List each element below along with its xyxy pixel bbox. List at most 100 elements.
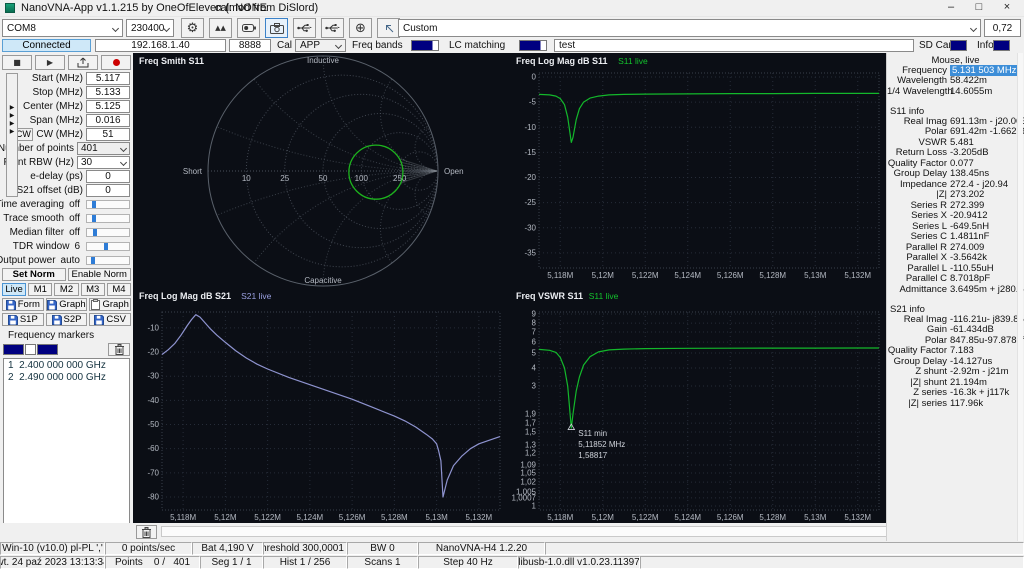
stop-button[interactable]: ■ (2, 55, 32, 70)
memory-button-live[interactable]: Live (2, 283, 26, 296)
info-color-swatch[interactable] (993, 40, 1010, 51)
delete-markers-button[interactable] (108, 343, 130, 356)
svg-text:3: 3 (532, 382, 537, 391)
preset-select[interactable]: Custom (398, 19, 981, 37)
marker-list[interactable]: 1 2.400 000 000 GHz 2 2.490 000 000 GHz (3, 358, 130, 540)
chevron-down-icon (120, 144, 127, 151)
svg-text:5,122M: 5,122M (632, 513, 659, 522)
save-form-button[interactable]: Form (2, 298, 44, 311)
svg-text:4: 4 (532, 364, 537, 373)
slider[interactable] (86, 228, 130, 237)
memory-button-m1[interactable]: M1 (28, 283, 52, 296)
save-graph-button[interactable]: Graph (46, 298, 88, 311)
maximize-icon[interactable]: □ (965, 0, 993, 15)
info-row: Polar847.85u-97.8781° (887, 335, 1024, 346)
list-item[interactable]: 1 2.400 000 000 GHz (4, 360, 129, 372)
ip-address-field[interactable]: 192.168.1.40 (95, 39, 226, 52)
set-norm-button[interactable]: Set Norm (2, 268, 66, 281)
start-field[interactable]: 5.117 (86, 72, 130, 85)
slider[interactable] (86, 214, 130, 223)
slider[interactable] (86, 200, 130, 209)
enable-norm-button[interactable]: Enable Norm (68, 268, 132, 281)
chevron-down-icon (335, 42, 342, 49)
info-value: -110.55uH (950, 263, 994, 274)
com-port-select[interactable]: COM8 (2, 19, 123, 37)
port-field[interactable]: 8888 (229, 39, 271, 52)
marker1-color-swatch[interactable] (3, 344, 24, 355)
record-button[interactable] (101, 55, 131, 70)
target-button[interactable]: ⊕ (349, 18, 372, 38)
info-value: 691.13m - j20.063m (950, 116, 1024, 127)
save-s1p-button[interactable]: S1P (2, 313, 44, 326)
sweep-expand-button[interactable]: ▶▶▶▶ (6, 73, 18, 197)
sd-card-color-swatch[interactable] (950, 40, 967, 51)
slider-thumb[interactable] (92, 215, 96, 222)
connection-bar: Connected 192.168.1.40 8888 Cal APP Freq… (0, 39, 1024, 53)
svg-text:5,126M: 5,126M (717, 513, 744, 522)
usb-button[interactable] (321, 18, 344, 38)
info-label: Admittance (887, 284, 947, 295)
minimize-icon[interactable]: – (937, 0, 965, 15)
slider-thumb[interactable] (104, 243, 108, 250)
edit-value-field[interactable]: 0,72 (984, 19, 1021, 37)
save-s2p-button[interactable]: S2P (46, 313, 88, 326)
list-item[interactable]: 2 2.490 000 000 GHz (4, 372, 129, 384)
chart-freq-log-mag-db-s11[interactable]: 5,118M5,12M5,122M5,124M5,126M5,128M5,13M… (510, 53, 886, 288)
marker-color-swatch-blank[interactable] (25, 344, 36, 355)
rbw-select[interactable]: 30 (77, 156, 130, 169)
raise-button[interactable]: ▲▲ (209, 18, 232, 38)
s21-offset-field[interactable]: 0 (86, 184, 130, 197)
usb-button[interactable] (293, 18, 316, 38)
memory-button-m3[interactable]: M3 (81, 283, 105, 296)
preset-name-field[interactable]: test (554, 39, 914, 52)
svg-text:S21 live: S21 live (241, 291, 272, 301)
save-graph-button[interactable]: Graph (89, 298, 131, 311)
smith-chart[interactable]: 102550100250InductiveCapacitiveShortOpen… (133, 53, 510, 288)
center-field[interactable]: 5.125 (86, 100, 130, 113)
slider-thumb[interactable] (93, 229, 97, 236)
connect-button[interactable]: Connected (2, 39, 91, 52)
slider-thumb[interactable] (91, 257, 95, 264)
chart-freq-log-mag-db-s21[interactable]: 5,118M5,12M5,122M5,124M5,126M5,128M5,13M… (133, 288, 510, 523)
memory-button-m4[interactable]: M4 (107, 283, 131, 296)
slider-thumb[interactable] (92, 201, 96, 208)
screenshot-button[interactable] (265, 18, 288, 38)
points-value: 401 (81, 143, 98, 154)
stop-field[interactable]: 5.133 (86, 86, 130, 99)
app-icon (5, 3, 15, 13)
info-value: 7.183 (950, 345, 974, 356)
slider-label: Output power (0, 255, 56, 266)
save-csv-button[interactable]: CSV (89, 313, 131, 326)
slider[interactable] (86, 256, 130, 265)
slider[interactable] (86, 242, 130, 251)
play-button[interactable]: ▶ (35, 55, 65, 70)
status-cell: Points 0 / 401 (105, 556, 200, 569)
slider-rows: Time averagingoffTrace smoothoffMedian f… (0, 197, 133, 267)
chart-freq-vswr-s11[interactable]: 5,118M5,12M5,122M5,124M5,126M5,128M5,13M… (510, 288, 886, 523)
lc-matching-color-swatch[interactable] (519, 40, 547, 51)
battery-button[interactable] (237, 18, 260, 38)
memory-button-m2[interactable]: M2 (54, 283, 78, 296)
slider-value: auto (61, 255, 80, 266)
baud-rate-value: 230400 (131, 23, 164, 34)
settings-button[interactable]: ⚙ (181, 18, 204, 38)
cal-mode-select[interactable]: APP (295, 39, 346, 52)
edelay-field[interactable]: 0 (86, 170, 130, 183)
info-label: VSWR (887, 137, 947, 148)
clear-strip-button[interactable] (136, 525, 157, 539)
points-select[interactable]: 401 (77, 142, 130, 155)
info-value: 138.45ns (950, 168, 989, 179)
scrollbar[interactable] (1017, 53, 1023, 541)
status-cell: 0 points/sec (105, 542, 192, 555)
freq-bands-color-swatch[interactable] (411, 40, 439, 51)
export-button[interactable] (68, 55, 98, 70)
info-label: Parallel C (887, 273, 947, 284)
status-cell: BW 0 (347, 542, 418, 555)
close-icon[interactable]: × (993, 0, 1021, 15)
baud-rate-select[interactable]: 230400 (126, 19, 174, 37)
cw-field[interactable]: 51 (86, 128, 130, 141)
zoom-reset-button[interactable] (377, 18, 400, 38)
marker2-color-swatch[interactable] (37, 344, 58, 355)
svg-text:5,118M: 5,118M (547, 271, 573, 280)
span-field[interactable]: 0.016 (86, 114, 130, 127)
